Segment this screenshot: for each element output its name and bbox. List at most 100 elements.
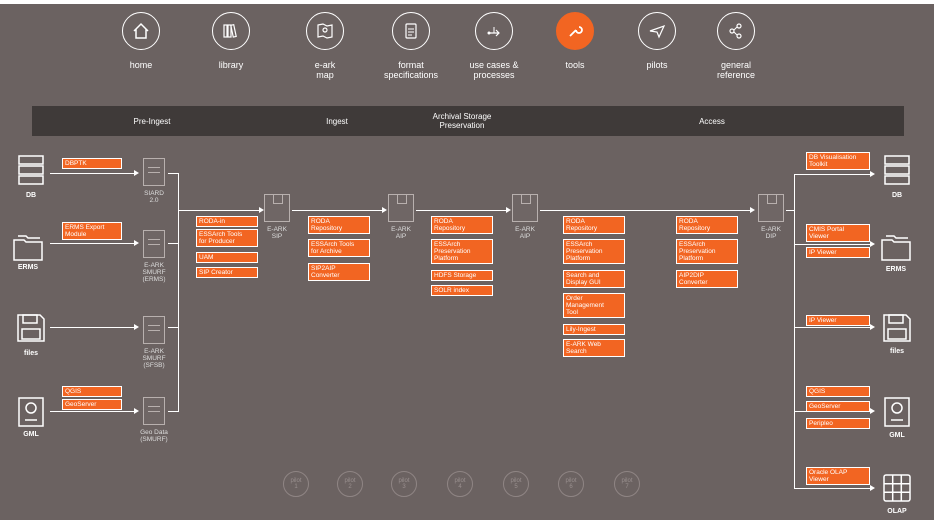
pilot-3-button[interactable]: pilot 3	[391, 471, 417, 497]
flow-line	[794, 327, 870, 328]
nav-label: pilots	[646, 60, 668, 70]
arrow-icon	[870, 485, 875, 491]
tool-uam[interactable]: UAM	[196, 252, 258, 263]
arrow-icon	[870, 171, 875, 177]
arrow-icon	[382, 207, 387, 213]
tool-sip2aip[interactable]: SIP2AIP Converter	[308, 263, 370, 281]
flow-line	[50, 243, 134, 244]
format-icon	[143, 158, 165, 186]
process-icon	[475, 12, 513, 50]
nav-label: e-ark map	[314, 60, 336, 80]
top-border	[0, 0, 934, 4]
tool-lily-ingest[interactable]: Lily-Ingest	[563, 324, 625, 335]
format-icon	[143, 316, 165, 344]
nav-pilots[interactable]: pilots	[612, 12, 702, 70]
tool-roda-repository[interactable]: RODA Repository	[676, 216, 738, 234]
tool-ip-viewer[interactable]: IP Viewer	[806, 247, 870, 258]
source-label: files	[23, 350, 38, 357]
tool-qgis[interactable]: QGIS	[806, 386, 870, 397]
nav-home[interactable]: home	[96, 12, 186, 70]
tool-geoserver[interactable]: GeoServer	[806, 401, 870, 412]
arrow-icon	[134, 240, 139, 246]
format-label: SIARD 2.0	[144, 190, 164, 204]
tool-qgis[interactable]: QGIS	[62, 386, 122, 397]
tool-essarch-preservation[interactable]: ESSArch Preservation Platform	[431, 239, 493, 264]
pilot-1-button[interactable]: pilot 1	[283, 471, 309, 497]
arrow-icon	[134, 324, 139, 330]
folders-icon	[881, 235, 911, 261]
format-label: E-ARK SMURF (SFSB)	[142, 348, 166, 369]
package-icon	[758, 194, 784, 222]
flow-line	[794, 244, 870, 245]
pilot-6-button[interactable]: pilot 6	[558, 471, 584, 497]
flow-line	[50, 173, 134, 174]
tool-oracle-olap[interactable]: Oracle OLAP Viewer	[806, 467, 870, 485]
tool-roda-repository[interactable]: RODA Repository	[563, 216, 625, 234]
tool-order-management[interactable]: Order Management Tool	[563, 293, 625, 318]
tool-peripleo[interactable]: Peripleo	[806, 418, 870, 429]
floppy-icon	[883, 314, 911, 342]
phase-access: Access	[699, 116, 725, 126]
tool-essarch-producer[interactable]: ESSArch Tools for Producer	[196, 229, 258, 247]
nav-label: format specifications	[383, 60, 439, 80]
tool-erms-export[interactable]: ERMS Export Module	[62, 222, 122, 240]
nav-tools[interactable]: tools	[530, 12, 620, 70]
folders-icon	[13, 235, 43, 261]
package-label: E-ARK AIP	[515, 226, 535, 240]
tool-essarch-archive[interactable]: ESSArch Tools for Archive	[308, 239, 370, 257]
package-label: E-ARK AIP	[391, 226, 411, 240]
flow-line	[178, 210, 260, 211]
tool-e-ark-web-search[interactable]: E-ARK Web Search	[563, 339, 625, 357]
tool-cmis-portal[interactable]: CMIS Portal Viewer	[806, 224, 870, 242]
map-icon	[306, 12, 344, 50]
tool-essarch-preservation[interactable]: ESSArch Preservation Platform	[563, 239, 625, 264]
map-pin-icon	[884, 397, 910, 427]
map-pin-icon	[18, 397, 44, 427]
phase-archival-storage: Archival Storage Preservation	[432, 112, 492, 130]
format-icon	[143, 397, 165, 425]
nav-use-cases[interactable]: use cases & processes	[449, 12, 539, 80]
target-label: OLAP	[887, 508, 907, 515]
arrow-icon	[870, 241, 875, 247]
target-label: GML	[889, 432, 905, 439]
pilot-7-button[interactable]: pilot 7	[614, 471, 640, 497]
flow-line	[168, 173, 178, 174]
tool-search-display-gui[interactable]: Search and Display GUI	[563, 270, 625, 288]
tool-solr-index[interactable]: SOLR index	[431, 285, 493, 296]
tool-geoserver[interactable]: GeoServer	[62, 399, 122, 410]
format-icon	[143, 230, 165, 258]
nav-label: library	[218, 60, 244, 70]
arrow-icon	[870, 408, 875, 414]
pilot-5-button[interactable]: pilot 5	[503, 471, 529, 497]
wrench-icon	[556, 12, 594, 50]
tool-dbptk[interactable]: DBPTK	[62, 158, 122, 169]
pilot-2-button[interactable]: pilot 2	[337, 471, 363, 497]
tool-roda-repository[interactable]: RODA Repository	[308, 216, 370, 234]
nav-library[interactable]: library	[186, 12, 276, 70]
tool-sip-creator[interactable]: SIP Creator	[196, 267, 258, 278]
tool-db-visualisation[interactable]: DB Visualisation Toolkit	[806, 152, 870, 170]
phase-ingest: Ingest	[326, 116, 348, 126]
pilot-4-button[interactable]: pilot 4	[447, 471, 473, 497]
tool-ip-viewer[interactable]: IP Viewer	[806, 315, 870, 326]
nav-label: use cases & processes	[469, 60, 519, 80]
package-icon	[388, 194, 414, 222]
arrow-icon	[134, 408, 139, 414]
paper-plane-icon	[638, 12, 676, 50]
package-icon	[264, 194, 290, 222]
nav-general-reference[interactable]: general reference	[691, 12, 781, 80]
nav-format-specifications[interactable]: format specifications	[366, 12, 456, 80]
nav-label: tools	[565, 60, 585, 70]
tool-essarch-preservation[interactable]: ESSArch Preservation Platform	[676, 239, 738, 264]
arrow-icon	[870, 324, 875, 330]
source-label: ERMS	[17, 264, 39, 271]
flow-line	[178, 173, 179, 412]
arrow-icon	[134, 170, 139, 176]
tool-roda-repository[interactable]: RODA Repository	[431, 216, 493, 234]
format-label: E-ARK SMURF (ERMS)	[142, 262, 166, 283]
nav-e-ark-map[interactable]: e-ark map	[280, 12, 370, 80]
database-icon	[18, 155, 44, 185]
tool-aip2dip[interactable]: AIP2DIP Converter	[676, 270, 738, 288]
tool-hdfs-storage[interactable]: HDFS Storage	[431, 270, 493, 281]
tool-roda-in[interactable]: RODA-in	[196, 216, 258, 227]
